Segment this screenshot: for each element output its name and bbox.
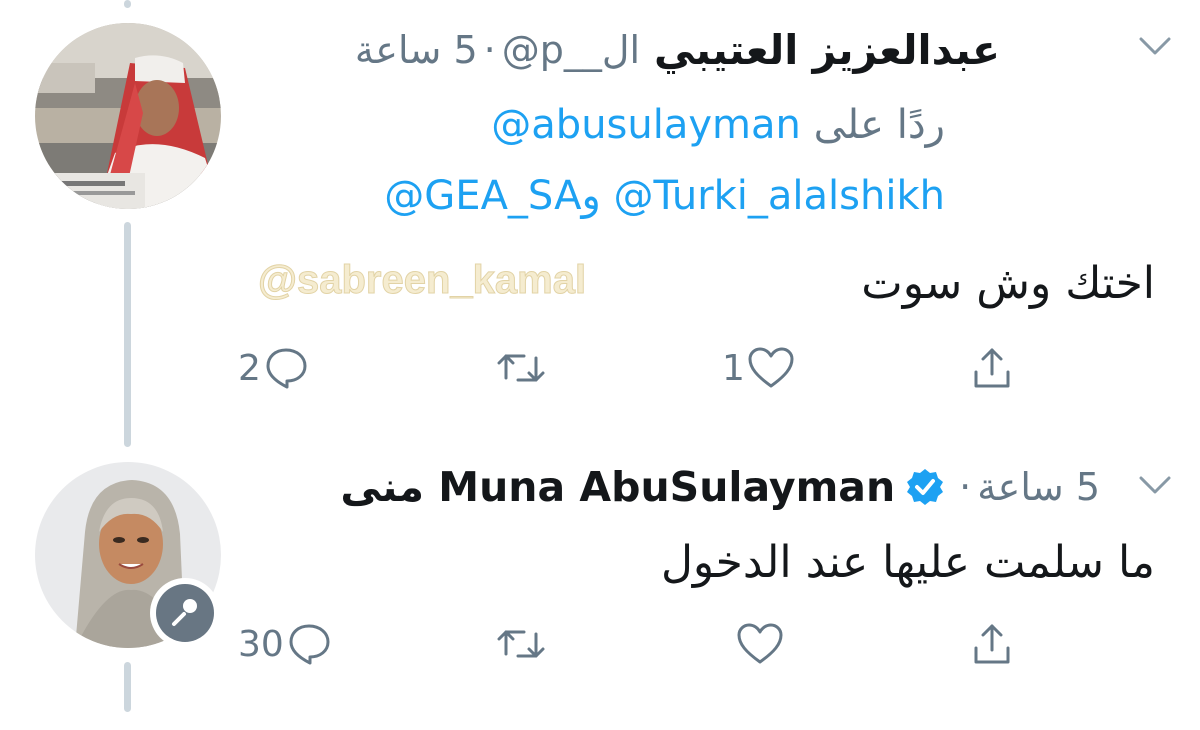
retweet-button[interactable] bbox=[494, 348, 546, 388]
tweet-text: ما سلمت عليها عند الدخول bbox=[660, 537, 1155, 588]
share-icon bbox=[974, 348, 1010, 388]
reply-button[interactable]: 2 bbox=[238, 346, 309, 390]
tweet-2-header: 5 ساعة · Muna AbuSulayman منى bbox=[340, 457, 1100, 517]
verified-badge-icon bbox=[907, 469, 944, 505]
reply-count: 30 bbox=[238, 623, 284, 665]
username[interactable]: @p__ال bbox=[502, 28, 640, 72]
separator-dot: · bbox=[483, 28, 496, 72]
thread-line-bottom bbox=[124, 662, 131, 712]
heart-icon bbox=[748, 347, 794, 388]
mention-link[interactable]: @GEA_SA bbox=[384, 173, 581, 219]
retweet-icon bbox=[497, 630, 545, 658]
share-icon bbox=[974, 624, 1010, 664]
display-name[interactable]: Muna AbuSulayman منى bbox=[340, 463, 895, 511]
retweet-button[interactable] bbox=[494, 624, 546, 664]
share-button[interactable] bbox=[972, 346, 1012, 390]
watermark: @sabreen_kamal bbox=[257, 258, 587, 303]
reply-context-line-1: ردًا على @abusulayman bbox=[491, 102, 945, 148]
share-button[interactable] bbox=[972, 622, 1012, 666]
reply-icon bbox=[289, 624, 330, 665]
microphone-icon bbox=[172, 599, 197, 626]
tweet-text: اختك وش سوت bbox=[861, 258, 1155, 309]
reply-context-line-2: @Turki_alalshikh و@GEA_SA bbox=[384, 173, 945, 219]
chevron-down-icon[interactable] bbox=[1138, 35, 1172, 57]
heart-icon bbox=[737, 623, 783, 664]
reply-icon bbox=[266, 348, 307, 389]
reply-button[interactable]: 30 bbox=[238, 622, 332, 666]
mention-link[interactable]: @abusulayman bbox=[491, 102, 801, 148]
avatar[interactable] bbox=[35, 23, 221, 209]
separator-dot: · bbox=[959, 465, 972, 509]
like-button[interactable] bbox=[734, 622, 784, 666]
timestamp[interactable]: 5 ساعة bbox=[355, 28, 478, 72]
reply-prefix: ردًا على bbox=[813, 102, 945, 148]
tweet-1-header: عبدالعزيز العتيبي @p__ال · 5 ساعة bbox=[355, 20, 1000, 80]
reply-and: و bbox=[581, 173, 601, 219]
reply-count: 2 bbox=[238, 347, 261, 389]
display-name[interactable]: عبدالعزيز العتيبي bbox=[654, 26, 1000, 74]
chevron-down-icon[interactable] bbox=[1138, 474, 1172, 496]
thread-line-middle bbox=[124, 222, 131, 447]
retweet-icon bbox=[497, 354, 545, 382]
avatar-photo bbox=[35, 23, 221, 209]
mention-link[interactable]: @Turki_alalshikh bbox=[613, 173, 945, 219]
timestamp[interactable]: 5 ساعة bbox=[977, 465, 1100, 509]
like-button[interactable]: 1 bbox=[722, 346, 795, 390]
microphone-badge bbox=[150, 578, 220, 648]
like-count: 1 bbox=[722, 347, 745, 389]
thread-line-top bbox=[124, 0, 131, 8]
